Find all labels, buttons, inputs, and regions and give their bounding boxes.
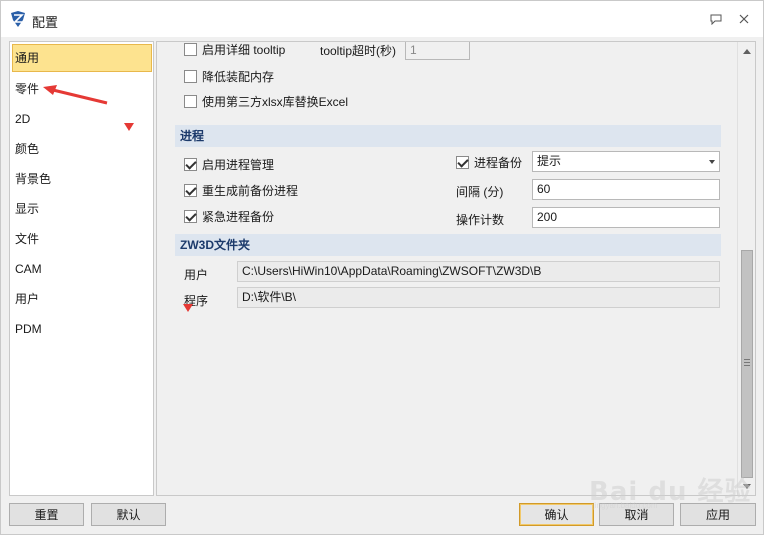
backup-before-regen-checkbox[interactable] [184, 183, 197, 197]
zw3d-app-icon [11, 11, 25, 27]
grip-icon [744, 359, 750, 366]
watermark-subtext: jingyan.baidu.com [593, 501, 658, 510]
reduce-memory-label: 降低装配内存 [202, 69, 275, 84]
tooltip-timeout-label: tooltip超时(秒) [320, 44, 397, 58]
annotation-marker-1 [124, 123, 134, 131]
tooltip-timeout-input[interactable]: 1 [405, 42, 470, 60]
ok-button[interactable]: 确认 [519, 503, 594, 526]
nav-item-user[interactable]: 用户 [12, 285, 152, 313]
reduce-memory-option[interactable]: 降低装配内存 [184, 67, 274, 85]
user-folder-path: C:\Users\HiWin10\AppData\Roaming\ZWSOFT\… [237, 261, 720, 282]
process-backup-option[interactable]: 进程备份 [456, 153, 522, 171]
xlsx-checkbox[interactable] [184, 94, 197, 108]
nav-item-display[interactable]: 显示 [12, 195, 152, 223]
enable-process-mgmt-label: 启用进程管理 [202, 157, 275, 172]
comment-icon[interactable] [707, 10, 725, 28]
enable-process-mgmt-checkbox[interactable] [184, 157, 197, 171]
interval-input[interactable]: 60 [532, 179, 720, 200]
nav-item-cam[interactable]: CAM [12, 255, 152, 283]
vertical-scrollbar[interactable] [737, 42, 755, 495]
interval-label: 间隔 (分) [456, 185, 504, 199]
emergency-backup-label: 紧急进程备份 [202, 209, 275, 224]
emergency-backup-option[interactable]: 紧急进程备份 [184, 207, 274, 225]
xlsx-option[interactable]: 使用第三方xlsx库替换Excel [184, 92, 348, 110]
tooltip-detail-checkbox[interactable] [184, 42, 197, 56]
op-count-input[interactable]: 200 [532, 207, 720, 228]
op-count-label: 操作计数 [456, 213, 505, 227]
close-icon[interactable] [735, 10, 753, 28]
tooltip-detail-option[interactable]: 启用详细 tooltip [184, 42, 286, 58]
reset-button[interactable]: 重置 [9, 503, 84, 526]
backup-before-regen-option[interactable]: 重生成前备份进程 [184, 181, 298, 199]
reduce-memory-checkbox[interactable] [184, 69, 197, 83]
title-bar: 配置 [1, 1, 763, 37]
annotation-marker-2 [183, 304, 193, 312]
process-section-header: 进程 [175, 125, 721, 147]
process-backup-select[interactable]: 提示 [532, 151, 720, 172]
nav-item-background[interactable]: 背景色 [12, 165, 152, 193]
annotation-arrow [43, 85, 108, 105]
emergency-backup-checkbox[interactable] [184, 209, 197, 223]
user-folder-label: 用户 [184, 268, 209, 282]
settings-panel: 启用详细 tooltip tooltip超时(秒) 1 降低装配内存 使用第三方… [156, 41, 756, 496]
default-button[interactable]: 默认 [91, 503, 166, 526]
nav-item-pdm[interactable]: PDM [12, 315, 152, 343]
folders-section-header: ZW3D文件夹 [175, 234, 721, 256]
backup-before-regen-label: 重生成前备份进程 [202, 183, 299, 198]
tooltip-detail-label: 启用详细 tooltip [202, 42, 286, 57]
process-backup-select-value: 提示 [537, 154, 562, 168]
window-title: 配置 [32, 15, 59, 30]
baidu-watermark: Bai du 经验 jingyan.baidu.com [589, 461, 759, 511]
scrollbar-thumb[interactable] [741, 250, 753, 478]
nav-item-general[interactable]: 通用 [12, 44, 152, 72]
enable-process-mgmt-option[interactable]: 启用进程管理 [184, 155, 274, 173]
program-folder-path: D:\软件\B\ [237, 287, 720, 308]
nav-item-color[interactable]: 颜色 [12, 135, 152, 163]
process-backup-checkbox[interactable] [456, 155, 469, 169]
scroll-up-icon[interactable] [743, 49, 751, 54]
settings-content: 启用详细 tooltip tooltip超时(秒) 1 降低装配内存 使用第三方… [157, 42, 737, 495]
category-list: 通用 零件 2D 颜色 背景色 显示 文件 CAM 用户 PDM [9, 41, 154, 496]
process-backup-label: 进程备份 [474, 155, 523, 170]
chevron-down-icon [709, 160, 715, 164]
config-dialog: 配置 通用 零件 2D 颜色 背景色 显示 文件 CAM 用户 PDM 启用详细… [0, 0, 764, 535]
nav-item-file[interactable]: 文件 [12, 225, 152, 253]
xlsx-label: 使用第三方xlsx库替换Excel [202, 94, 349, 109]
